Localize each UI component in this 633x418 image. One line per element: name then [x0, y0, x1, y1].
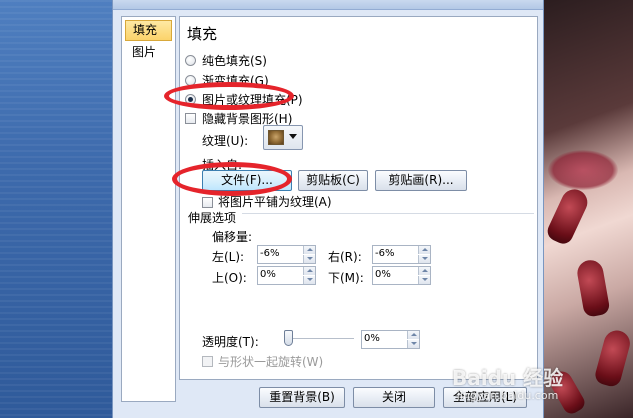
offset-top-spinner[interactable]: 0% [257, 266, 316, 285]
clipboard-button[interactable]: 剪贴板(C) [298, 170, 368, 191]
rotate-with-shape-checkbox[interactable] [202, 356, 213, 367]
desktop-background-left [0, 0, 112, 418]
close-button[interactable]: 关闭 [353, 387, 435, 408]
offset-top-value[interactable]: 0% [260, 269, 276, 280]
annotation-ellipse [172, 162, 292, 196]
transparency-spinner[interactable]: 0% [361, 330, 420, 349]
transparency-slider-track[interactable] [288, 338, 354, 340]
reset-background-button[interactable]: 重置背景(B) [259, 387, 345, 408]
background-pattern [0, 0, 112, 418]
spinner-down-icon[interactable] [303, 276, 315, 284]
offset-bottom-value[interactable]: 0% [375, 269, 391, 280]
annotation-ellipse [164, 82, 294, 110]
radio-solid-fill[interactable] [185, 55, 196, 66]
group-divider [242, 213, 534, 214]
nav-item-fill[interactable]: 填充 [125, 20, 172, 41]
spinner-up-icon[interactable] [418, 246, 430, 254]
offset-bottom-label: 下(M): [328, 271, 364, 285]
spinner-up-icon[interactable] [407, 331, 419, 339]
spinner-down-icon[interactable] [418, 276, 430, 284]
watermark-text: Baidu 经验 [452, 366, 564, 390]
offset-right-label: 右(R): [328, 250, 362, 264]
offset-bottom-spinner[interactable]: 0% [372, 266, 431, 285]
fill-panel: 填充 纯色填充(S) 渐变填充(G) 图片或纹理填充(P) 隐藏背景图形(H) … [179, 16, 538, 380]
category-list: 填充 图片 [121, 16, 176, 402]
hide-background-graphics-checkbox[interactable] [185, 113, 196, 124]
watermark-subtext: jingyan.baidu.com [456, 389, 559, 402]
spinner-up-icon[interactable] [303, 267, 315, 275]
offset-top-label: 上(O): [212, 271, 247, 285]
offset-right-spinner[interactable]: -6% [372, 245, 431, 264]
panel-title: 填充 [187, 25, 218, 43]
transparency-label: 透明度(T): [202, 335, 259, 349]
spinner-down-icon[interactable] [418, 255, 430, 263]
radio-solid-fill-label[interactable]: 纯色填充(S) [202, 52, 267, 69]
texture-label: 纹理(U): [202, 134, 249, 148]
spinner-down-icon[interactable] [303, 255, 315, 263]
texture-picker-button[interactable] [263, 125, 303, 150]
chevron-down-icon [289, 134, 297, 139]
spinner-up-icon[interactable] [418, 267, 430, 275]
transparency-value[interactable]: 0% [364, 333, 380, 344]
offset-label: 偏移量: [212, 230, 253, 244]
dialog-titlebar[interactable] [113, 0, 543, 10]
image-detail [548, 150, 618, 190]
offset-left-label: 左(L): [212, 250, 245, 264]
spinner-up-icon[interactable] [303, 246, 315, 254]
stretch-options-heading: 伸展选项 [188, 211, 237, 225]
tile-picture-checkbox[interactable] [202, 197, 213, 208]
offset-right-value[interactable]: -6% [375, 248, 394, 259]
clipart-button[interactable]: 剪贴画(R)... [375, 170, 467, 191]
offset-left-spinner[interactable]: -6% [257, 245, 316, 264]
watermark: Baidu 经验 jingyan.baidu.com [452, 362, 563, 402]
nav-item-picture[interactable]: 图片 [125, 43, 172, 64]
rotate-with-shape-label[interactable]: 与形状一起旋转(W) [218, 353, 323, 370]
format-background-dialog: 填充 图片 填充 纯色填充(S) 渐变填充(G) 图片或纹理填充(P) 隐藏背景… [112, 0, 544, 418]
transparency-slider-thumb[interactable] [284, 330, 293, 346]
spinner-down-icon[interactable] [407, 340, 419, 348]
offset-left-value[interactable]: -6% [260, 248, 279, 259]
texture-swatch-icon [268, 130, 284, 145]
